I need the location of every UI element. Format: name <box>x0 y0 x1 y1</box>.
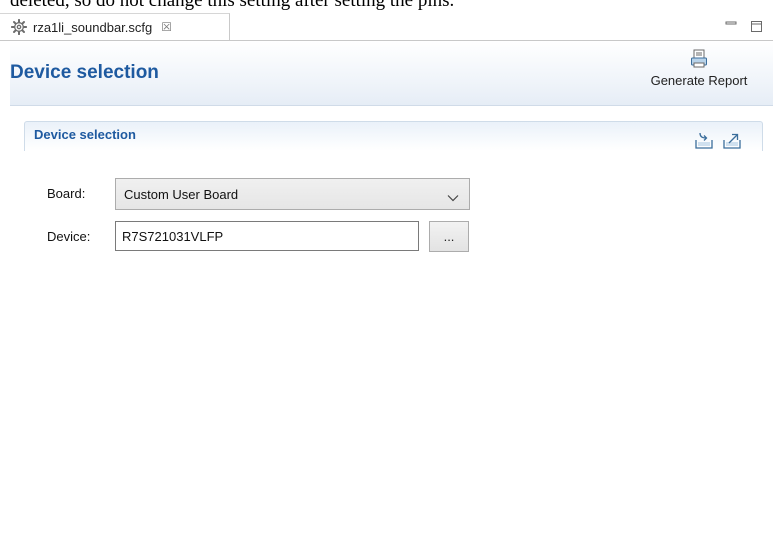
editor-tab-label: rza1li_soundbar.scfg <box>33 19 153 35</box>
board-select[interactable]: Custom User Board <box>115 178 470 210</box>
close-icon[interactable]: ☒ <box>161 20 172 34</box>
minimize-icon[interactable] <box>722 17 740 35</box>
form-header: Device selection Generate Report <box>10 41 773 106</box>
page-title: Device selection <box>10 62 159 83</box>
board-label: Board: <box>47 186 86 201</box>
device-input[interactable] <box>115 221 419 251</box>
generate-report-label: Generate Report <box>650 73 748 88</box>
report-icon <box>638 49 760 71</box>
chevron-down-icon <box>447 190 459 202</box>
browse-device-button[interactable]: ... <box>429 221 469 252</box>
editor-tab-bar: rza1li_soundbar.scfg ☒ <box>0 13 773 40</box>
device-label: Device: <box>47 229 91 244</box>
import-icon[interactable] <box>694 132 714 150</box>
section-header: Device selection <box>24 121 763 151</box>
gear-icon <box>10 18 28 36</box>
document-text-fragment: deleted, so do not change this setting a… <box>10 0 455 11</box>
maximize-icon[interactable] <box>747 17 765 35</box>
generate-report-button[interactable]: Generate Report <box>638 49 760 99</box>
editor-area: Device selection Generate Report Device … <box>0 40 773 547</box>
editor-tab[interactable]: rza1li_soundbar.scfg ☒ <box>0 13 230 40</box>
board-select-value: Custom User Board <box>124 186 239 202</box>
export-icon[interactable] <box>722 132 742 150</box>
section-title: Device selection <box>34 127 136 142</box>
app-root: deleted, so do not change this setting a… <box>0 0 773 547</box>
